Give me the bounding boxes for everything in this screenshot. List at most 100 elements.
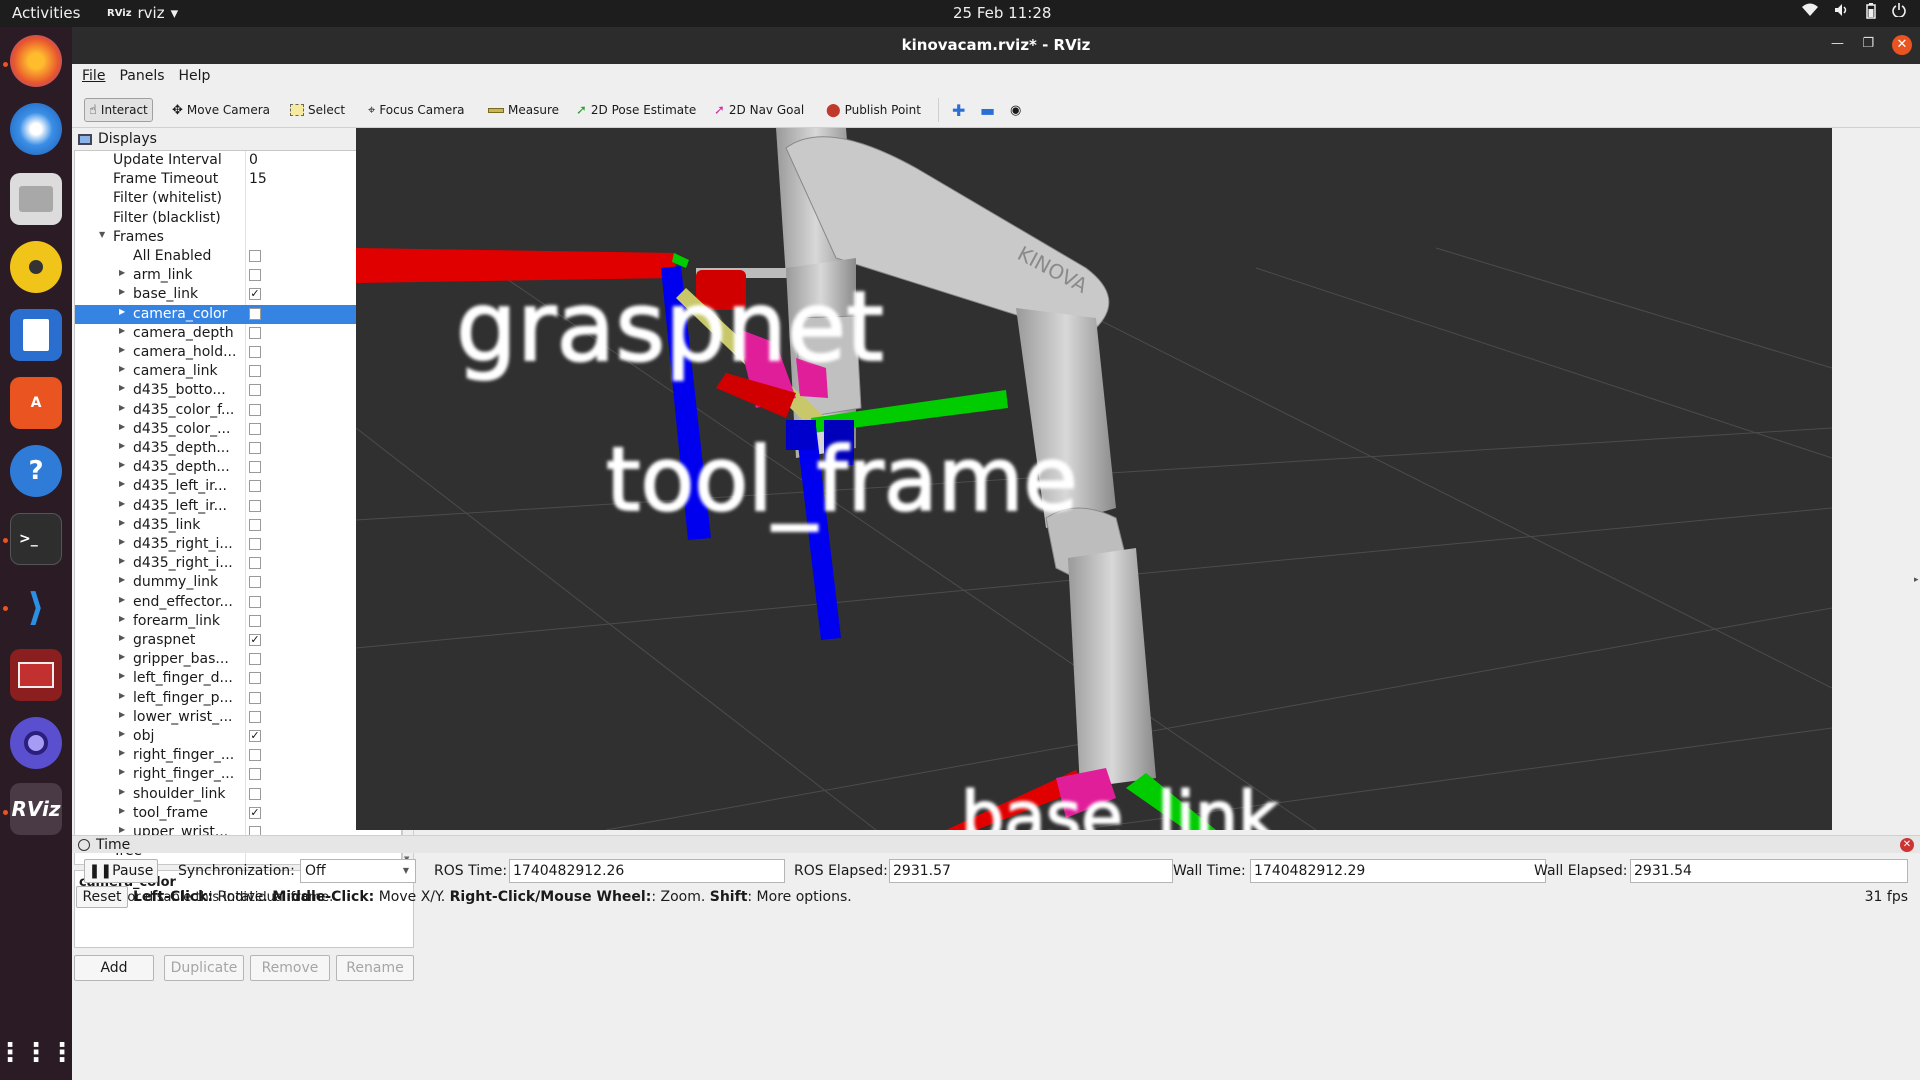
- camera-view-eye-icon[interactable]: ◉: [1006, 98, 1025, 122]
- expand-right-icon[interactable]: ▶: [119, 691, 125, 700]
- expand-right-icon[interactable]: ▶: [119, 710, 125, 719]
- tree-row[interactable]: ▶ tool_frame ✓: [75, 804, 401, 823]
- system-tray[interactable]: [1802, 3, 1906, 23]
- frame-checkbox[interactable]: [249, 538, 261, 550]
- minimize-icon[interactable]: —: [1831, 36, 1844, 51]
- close-time-panel-icon[interactable]: ✕: [1900, 838, 1914, 852]
- screenshot-camera-icon[interactable]: [10, 717, 62, 769]
- frame-checkbox[interactable]: ✓: [249, 288, 261, 301]
- tree-row[interactable]: ▶ d435_left_ir...: [75, 497, 401, 516]
- firefox-icon[interactable]: [10, 35, 62, 87]
- frame-checkbox[interactable]: [249, 595, 261, 608]
- close-icon[interactable]: ✕: [1892, 35, 1912, 55]
- nav-goal-button[interactable]: ➚ 2D Nav Goal: [710, 98, 808, 122]
- expand-right-icon[interactable]: ▶: [119, 441, 125, 450]
- tree-row[interactable]: ▶ d435_left_ir...: [75, 477, 401, 496]
- expand-right-icon[interactable]: ▶: [119, 748, 125, 757]
- tree-row[interactable]: Frame Timeout 15: [75, 170, 401, 189]
- terminal-icon[interactable]: >_: [10, 513, 62, 565]
- frame-checkbox[interactable]: [249, 518, 261, 531]
- expand-right-icon[interactable]: ▶: [119, 806, 125, 815]
- expand-right-icon[interactable]: ▶: [119, 287, 125, 296]
- add-tool-plus-icon[interactable]: ✚: [948, 98, 969, 122]
- frame-checkbox[interactable]: [249, 422, 261, 435]
- remove-tool-minus-icon[interactable]: ▬: [976, 98, 999, 122]
- frame-checkbox[interactable]: [249, 250, 261, 262]
- tree-row-value[interactable]: 0: [249, 152, 258, 168]
- activities-button[interactable]: Activities: [12, 4, 80, 22]
- frame-checkbox[interactable]: [249, 768, 261, 781]
- frame-checkbox[interactable]: ✓: [249, 730, 261, 742]
- displays-tree[interactable]: Update Interval 0 Frame Timeout 15 Filter (w…: [74, 150, 402, 865]
- expand-right-icon[interactable]: ▶: [119, 326, 125, 335]
- pause-button[interactable]: ❚❚Pause: [84, 859, 158, 883]
- tree-row-value[interactable]: 15: [249, 171, 267, 187]
- wifi-icon[interactable]: [1802, 3, 1818, 23]
- frame-checkbox[interactable]: [249, 384, 261, 397]
- frame-checkbox[interactable]: [249, 710, 261, 723]
- expand-right-icon[interactable]: ▶: [119, 479, 125, 488]
- render-viewport[interactable]: KINOVA graspnet tool_frame base_link: [356, 128, 1832, 830]
- add-button[interactable]: Add: [74, 955, 154, 981]
- frame-checkbox[interactable]: [249, 691, 261, 704]
- expand-right-icon[interactable]: ▶: [119, 307, 125, 316]
- expand-right-icon[interactable]: ▶: [119, 787, 125, 796]
- tree-row[interactable]: ▶ left_finger_d...: [75, 669, 401, 688]
- expand-right-icon[interactable]: ▶: [119, 460, 125, 469]
- tree-row[interactable]: ▶ left_finger_p...: [75, 689, 401, 708]
- tree-row[interactable]: ▶ forearm_link: [75, 612, 401, 631]
- frame-checkbox[interactable]: [249, 365, 261, 378]
- expand-right-icon[interactable]: ▶: [119, 537, 125, 546]
- publish-point-button[interactable]: ⬤ Publish Point: [822, 98, 925, 122]
- tree-row[interactable]: ▶ camera_link: [75, 362, 401, 381]
- help-icon[interactable]: ?: [10, 445, 62, 497]
- battery-icon[interactable]: [1866, 3, 1876, 23]
- tree-row[interactable]: ▶ d435_botto...: [75, 381, 401, 400]
- expand-right-icon[interactable]: ▶: [119, 364, 125, 373]
- frame-checkbox[interactable]: [249, 326, 261, 339]
- frame-checkbox[interactable]: [249, 787, 261, 800]
- tree-row[interactable]: ▶ d435_link: [75, 516, 401, 535]
- reset-button[interactable]: Reset: [76, 886, 128, 908]
- move-camera-button[interactable]: ✥ Move Camera: [168, 98, 274, 122]
- expand-right-icon[interactable]: ▶: [119, 403, 125, 412]
- remove-button[interactable]: Remove: [250, 955, 330, 981]
- tree-row[interactable]: ▶ obj ✓: [75, 727, 401, 746]
- frame-checkbox[interactable]: [249, 461, 261, 474]
- rhythmbox-icon[interactable]: [10, 241, 62, 293]
- expand-right-icon[interactable]: ▶: [119, 499, 125, 508]
- thunderbird-icon[interactable]: [10, 103, 62, 155]
- expand-right-icon[interactable]: ▶: [119, 633, 125, 642]
- show-apps-icon[interactable]: ⋮⋮⋮: [0, 1027, 75, 1079]
- window-titlebar[interactable]: kinovacam.rviz* - RViz — ❐ ✕: [72, 27, 1920, 64]
- expand-right-icon[interactable]: ▶: [119, 767, 125, 776]
- vscode-icon[interactable]: ⟩: [10, 581, 62, 633]
- tree-row[interactable]: ▶ camera_hold...: [75, 343, 401, 362]
- expand-right-icon[interactable]: ▶: [119, 652, 125, 661]
- rename-button[interactable]: Rename: [336, 955, 414, 981]
- tree-row[interactable]: ▶ camera_color: [75, 304, 401, 324]
- synchronization-select[interactable]: Off ▼: [300, 859, 416, 883]
- pose-estimate-button[interactable]: ➚ 2D Pose Estimate: [572, 98, 700, 122]
- app-center-icon[interactable]: A: [10, 377, 62, 429]
- right-splitter[interactable]: ▸: [1914, 128, 1920, 898]
- wall-time-field[interactable]: 1740482912.29: [1250, 859, 1546, 883]
- frame-checkbox[interactable]: [249, 614, 261, 627]
- tree-row[interactable]: ▶ d435_depth...: [75, 458, 401, 477]
- rviz-dock-icon[interactable]: RViz: [10, 783, 62, 835]
- app-menu[interactable]: RViz rviz ▾: [107, 4, 178, 22]
- tree-row[interactable]: ▶ d435_right_i...: [75, 535, 401, 554]
- tree-row[interactable]: ▶ d435_right_i...: [75, 554, 401, 573]
- expand-right-icon[interactable]: ▶: [119, 383, 125, 392]
- maximize-icon[interactable]: ❐: [1862, 36, 1874, 51]
- wall-elapsed-field[interactable]: 2931.54: [1630, 859, 1908, 883]
- expand-right-icon[interactable]: ▶: [119, 729, 125, 738]
- expand-right-icon[interactable]: ▶: [119, 595, 125, 604]
- frame-checkbox[interactable]: [249, 480, 261, 493]
- workspace-app-icon[interactable]: [10, 649, 62, 701]
- files-icon[interactable]: [10, 173, 62, 225]
- tree-row[interactable]: ▶ right_finger_...: [75, 746, 401, 765]
- expand-right-icon[interactable]: ▶: [119, 422, 125, 431]
- ros-elapsed-field[interactable]: 2931.57: [889, 859, 1173, 883]
- writer-icon[interactable]: [10, 309, 62, 361]
